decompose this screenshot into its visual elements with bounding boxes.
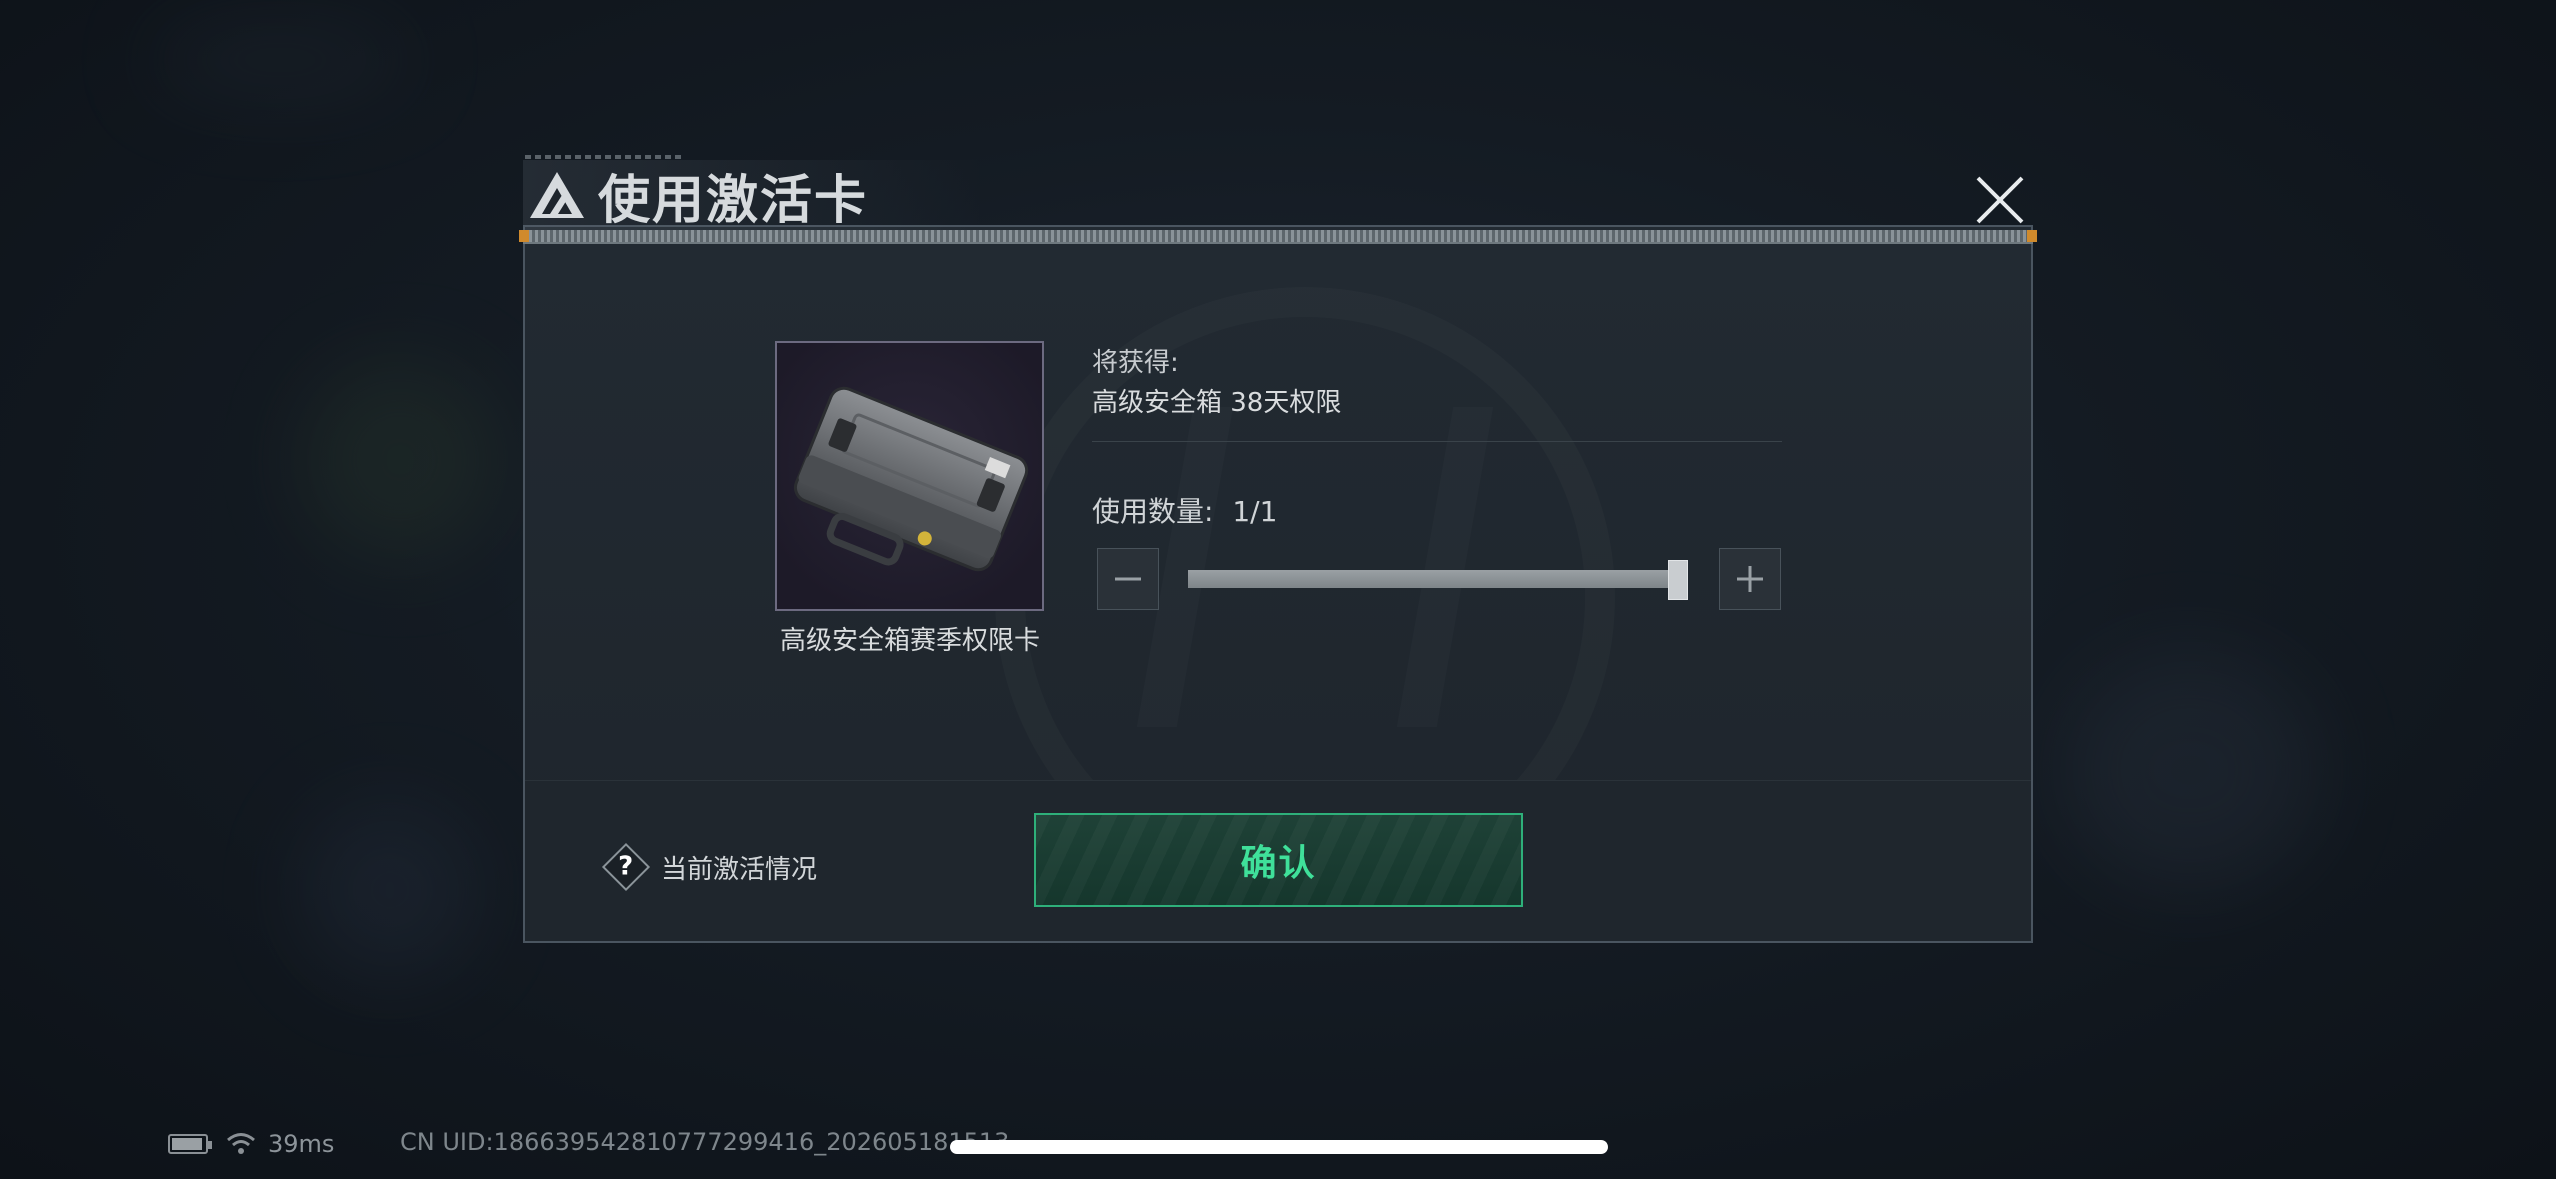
item-name: 高级安全箱赛季权限卡 bbox=[779, 626, 1040, 656]
quantity-label-text: 使用数量: bbox=[1092, 495, 1214, 528]
gain-label: 将获得: bbox=[1092, 348, 1179, 378]
gain-value: 高级安全箱 38天权限 bbox=[1092, 388, 1342, 418]
decrease-button[interactable] bbox=[1097, 548, 1159, 610]
plus-icon bbox=[1737, 566, 1763, 592]
quantity-value: 1/1 bbox=[1232, 495, 1278, 528]
close-button[interactable] bbox=[1970, 170, 2030, 230]
battery-icon bbox=[168, 1134, 212, 1154]
ping-value: 39ms bbox=[268, 1130, 335, 1158]
confirm-label: 确认 bbox=[1240, 843, 1317, 884]
slider-fill bbox=[1188, 570, 1678, 588]
background-blur bbox=[300, 800, 480, 980]
activation-status-label: 当前激活情况 bbox=[661, 854, 818, 885]
quantity-slider[interactable] bbox=[1188, 560, 1688, 600]
slider-handle[interactable] bbox=[1668, 560, 1688, 600]
secure-case-icon bbox=[793, 386, 1029, 572]
dialog-title-bar: 使用激活卡 bbox=[523, 160, 983, 231]
item-thumbnail bbox=[775, 341, 1044, 611]
uid-text: CN UID:186639542810777299416_20260518151… bbox=[400, 1128, 1010, 1156]
minus-icon bbox=[1115, 577, 1141, 581]
question-icon: ? bbox=[601, 842, 651, 892]
home-indicator[interactable] bbox=[950, 1140, 1608, 1154]
delta-logo-icon bbox=[530, 172, 584, 218]
close-icon bbox=[1976, 176, 2024, 224]
background-blur bbox=[150, 20, 410, 100]
wifi-icon bbox=[227, 1133, 255, 1154]
background-blur bbox=[300, 360, 500, 560]
activation-status-link[interactable]: ? 当前激活情况 bbox=[601, 842, 818, 892]
dialog-title: 使用激活卡 bbox=[598, 170, 869, 231]
background-blur bbox=[2060, 650, 2320, 890]
increase-button[interactable] bbox=[1719, 548, 1781, 610]
quantity-label: 使用数量: 1/1 bbox=[1092, 490, 1277, 530]
divider bbox=[1092, 441, 1782, 442]
confirm-button[interactable]: 确认 bbox=[1034, 813, 1523, 907]
status-bar: 39ms bbox=[168, 1126, 334, 1162]
